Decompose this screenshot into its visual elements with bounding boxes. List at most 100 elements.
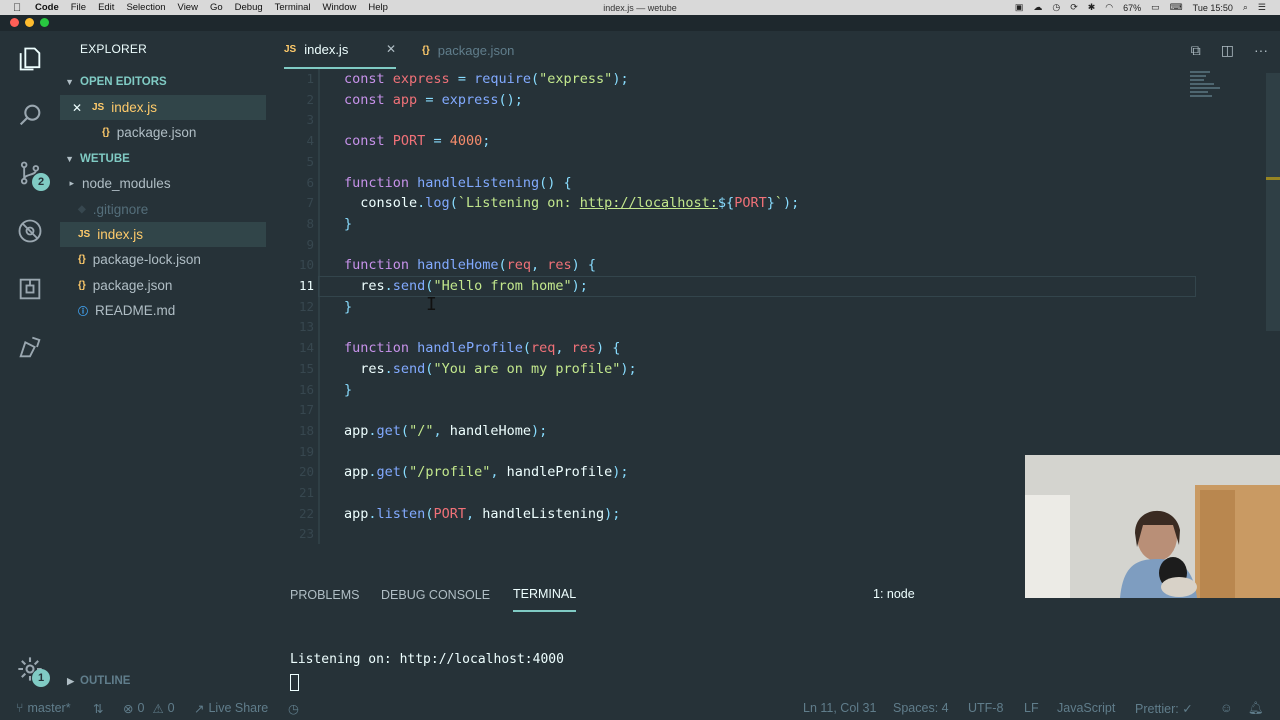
indentation[interactable]: Spaces: 4 [893, 696, 949, 720]
webcam-overlay [1025, 455, 1280, 598]
open-editors-section[interactable]: ▼ OPEN EDITORS [60, 71, 266, 93]
code-line: app.get("/profile", handleProfile); [344, 464, 629, 481]
settings-badge: 1 [32, 669, 50, 687]
git-branch-icon: ⑂ [16, 701, 24, 715]
feedback-icon[interactable]: ☺ [1220, 696, 1233, 720]
warning-icon: ⚠ [152, 701, 164, 716]
close-icon[interactable]: ✕ [60, 101, 92, 115]
code-line: function handleListening() { [344, 174, 572, 191]
tab-package-json[interactable]: {} package.json [422, 31, 552, 69]
apple-icon[interactable]:  [13, 2, 27, 14]
status-bar: ⑂ master* ⇅ ⊗ 0 ⚠ 0 ↗ Live Share ◷ Ln 11… [0, 696, 1280, 720]
line-number: 21 [298, 485, 314, 500]
close-window-button[interactable] [10, 18, 19, 27]
line-number: 8 [306, 215, 314, 231]
maximize-window-button[interactable] [40, 18, 49, 27]
debug-icon[interactable] [14, 215, 46, 247]
line-ending[interactable]: LF [1024, 696, 1039, 720]
editor-tabs: JS index.js ✕ {} package.json ⧉ ◫ ··· [266, 31, 1280, 69]
split-editor-icon[interactable]: ◫ [1221, 42, 1234, 59]
editor-scrollbar[interactable] [1266, 73, 1280, 331]
git-file-icon: ◆ [78, 204, 86, 215]
minimize-window-button[interactable] [25, 18, 34, 27]
close-tab-icon[interactable]: ✕ [386, 42, 396, 56]
notifications-bell-icon[interactable]: 🔔︎ [1248, 696, 1264, 720]
indent-guide [318, 69, 320, 544]
sync-icon[interactable]: ⟳ [1070, 2, 1078, 13]
clock[interactable]: Tue 15:50 [1193, 3, 1233, 13]
menu-help[interactable]: Help [368, 2, 388, 13]
outline-section[interactable]: ▶ OUTLINE [60, 670, 266, 692]
menu-terminal[interactable]: Terminal [275, 2, 311, 13]
battery-icon[interactable]: ▭ [1151, 2, 1160, 13]
battery-percent[interactable]: 67% [1123, 3, 1141, 13]
tree-item-node-modules[interactable]: ▸ node_modules [60, 171, 266, 196]
minimap[interactable] [1190, 69, 1230, 109]
tree-item-label: package.json [92, 278, 173, 293]
tree-item-gitignore[interactable]: ◆ .gitignore [60, 197, 266, 222]
project-label: WETUBE [80, 153, 130, 165]
menu-go[interactable]: Go [210, 2, 223, 13]
tree-item-package-json[interactable]: {} package.json [60, 273, 266, 298]
terminal-selector[interactable]: 1: node [873, 587, 915, 601]
chevron-down-icon: ▼ [65, 154, 74, 164]
menu-selection[interactable]: Selection [126, 2, 165, 13]
tab-problems[interactable]: PROBLEMS [290, 578, 359, 612]
source-control-icon[interactable]: 2 [14, 157, 50, 191]
tree-item-label: package-lock.json [92, 252, 201, 267]
history-icon[interactable]: ◷ [288, 696, 299, 720]
screen-record-icon[interactable]: ▣ [1015, 2, 1024, 13]
live-share-button[interactable]: ↗ Live Share [194, 696, 268, 720]
sync-icon[interactable]: ⇅ [93, 696, 103, 720]
more-actions-icon[interactable]: ··· [1254, 42, 1268, 58]
menu-debug[interactable]: Debug [235, 2, 263, 13]
outline-label: OUTLINE [80, 675, 131, 687]
tree-item-readme[interactable]: ⓘ README.md [60, 298, 266, 323]
notification-center-icon[interactable]: ☰ [1258, 2, 1266, 13]
tab-debug-console[interactable]: DEBUG CONSOLE [381, 578, 490, 612]
language-mode[interactable]: JavaScript [1057, 696, 1115, 720]
input-source-icon[interactable]: ⌨ [1170, 2, 1183, 13]
spotlight-icon[interactable]: ⌕ [1243, 2, 1248, 13]
json-file-icon: {} [78, 254, 86, 265]
json-file-icon: {} [78, 280, 86, 291]
problems-indicator[interactable]: ⊗ 0 ⚠ 0 [123, 696, 175, 720]
tab-terminal[interactable]: TERMINAL [513, 578, 577, 612]
menu-file[interactable]: File [71, 2, 86, 13]
json-file-icon: {} [422, 44, 430, 56]
encoding[interactable]: UTF-8 [968, 696, 1003, 720]
settings-gear-icon[interactable]: 1 [14, 653, 50, 687]
cloud-icon[interactable]: ☁ [1033, 2, 1042, 13]
prettier-status[interactable]: Prettier: ✓ [1135, 696, 1193, 720]
bluetooth-icon[interactable]: ✱ [1088, 2, 1096, 13]
explorer-icon[interactable] [14, 43, 46, 75]
wifi-icon[interactable]: ◠ [1105, 2, 1113, 13]
tree-item-index-js[interactable]: JS index.js [60, 222, 266, 247]
menu-view[interactable]: View [178, 2, 198, 13]
open-changes-icon[interactable]: ⧉ [1191, 42, 1201, 59]
warning-count: 0 [167, 701, 175, 715]
tab-label: package.json [437, 42, 515, 58]
window-controls [10, 18, 49, 27]
tab-label: index.js [304, 41, 349, 57]
tab-index-js[interactable]: JS index.js ✕ [284, 31, 396, 69]
open-editor-package-json[interactable]: {} package.json [60, 120, 266, 145]
wetube-section[interactable]: ▼ WETUBE [60, 148, 266, 170]
line-number: 6 [306, 174, 314, 190]
extensions-icon[interactable] [14, 273, 46, 305]
cursor-position[interactable]: Ln 11, Col 31 [803, 696, 876, 720]
menu-app-name[interactable]: Code [35, 2, 59, 13]
line-number: 13 [298, 319, 314, 335]
live-share-icon[interactable] [14, 331, 46, 363]
activity-bar: 2 1 [0, 31, 60, 696]
code-line: const PORT = 4000; [344, 133, 491, 150]
branch-indicator[interactable]: ⑂ master* [16, 696, 71, 720]
tree-item-package-lock-json[interactable]: {} package-lock.json [60, 247, 266, 272]
time-machine-icon[interactable]: ◷ [1052, 2, 1060, 13]
menu-edit[interactable]: Edit [98, 2, 114, 13]
search-icon[interactable] [14, 99, 46, 131]
menu-window[interactable]: Window [323, 2, 357, 13]
chevron-right-icon: ▸ [69, 178, 74, 188]
open-editor-index-js[interactable]: ✕ JS index.js [60, 95, 266, 120]
line-number: 19 [298, 443, 314, 459]
